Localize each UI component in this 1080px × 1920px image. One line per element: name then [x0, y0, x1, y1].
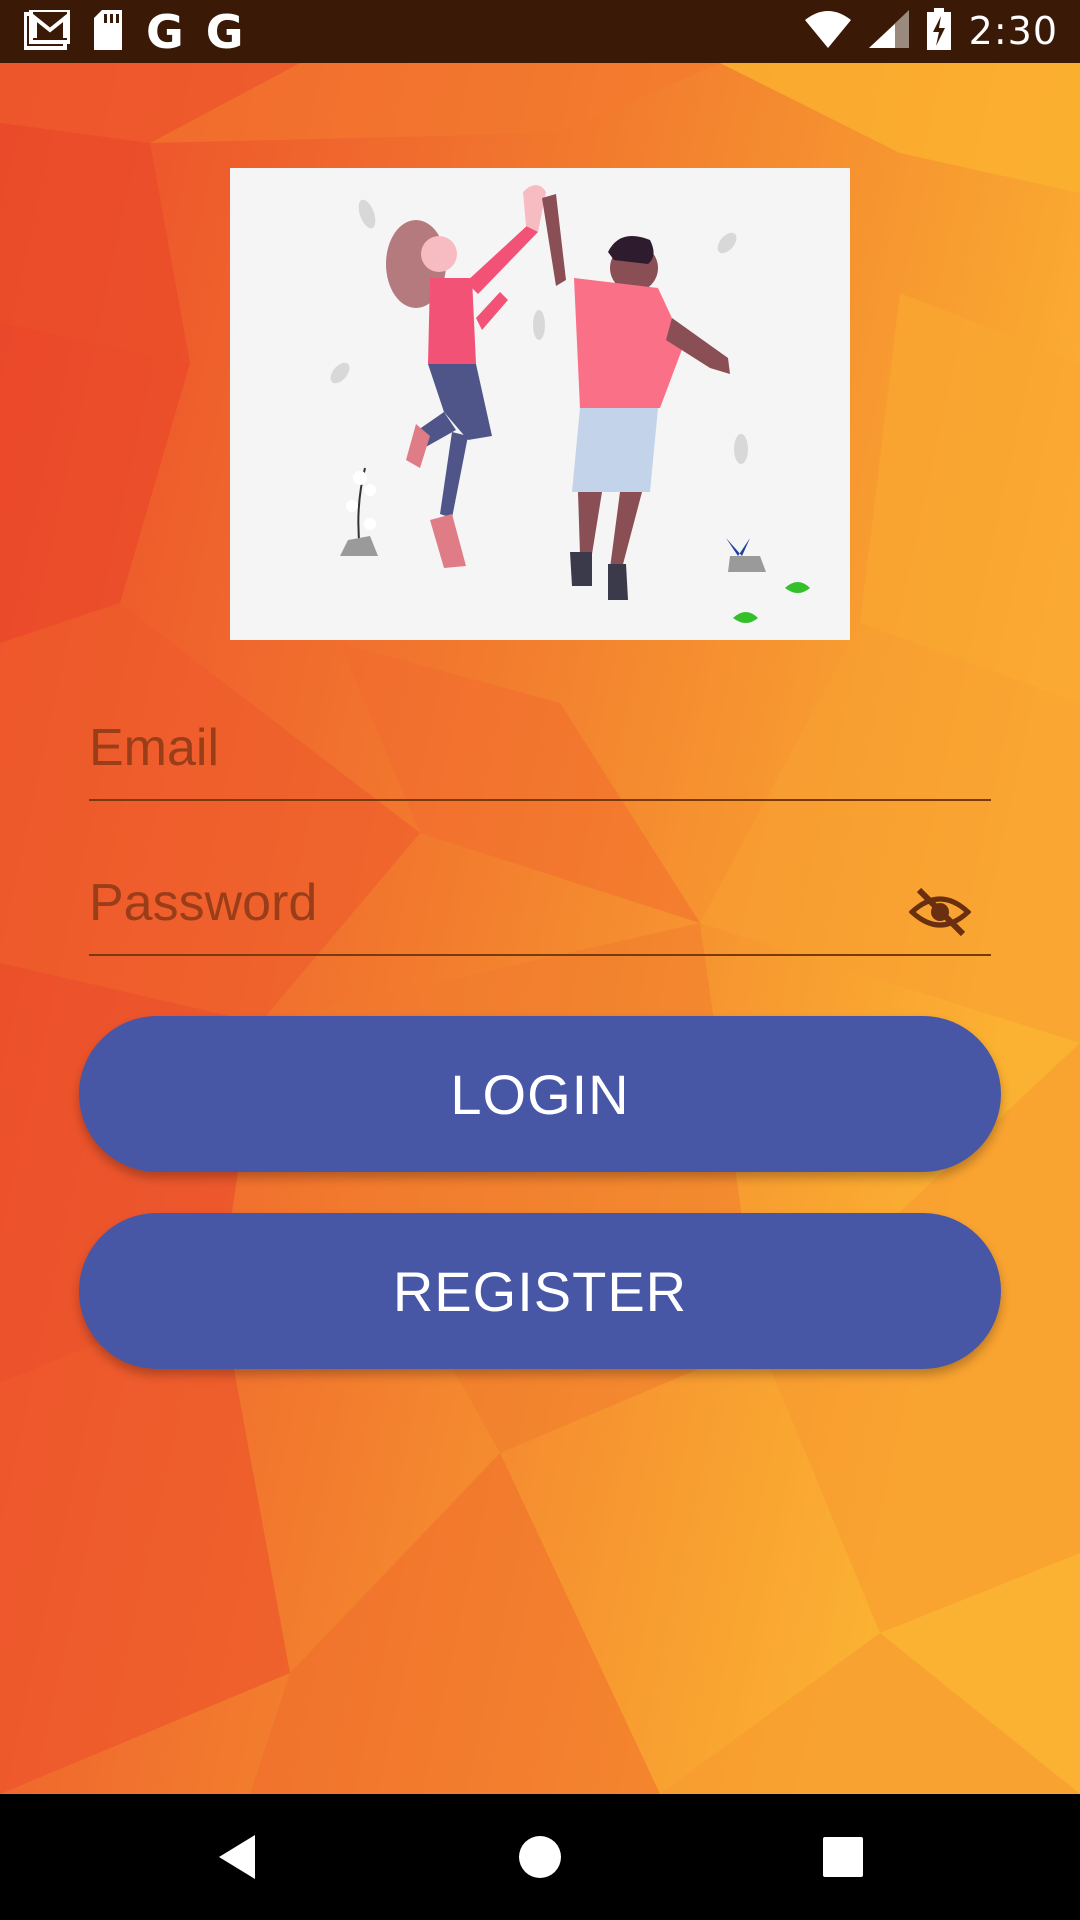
signal-icon: [868, 10, 909, 52]
battery-charging-icon: [926, 8, 951, 54]
password-underline: [89, 954, 991, 956]
email-underline: [89, 799, 991, 801]
wifi-icon: [804, 10, 851, 52]
google-icon: G: [205, 5, 244, 59]
navigation-bar: [0, 1794, 1080, 1920]
back-icon[interactable]: [167, 1794, 307, 1920]
password-field[interactable]: [89, 860, 991, 956]
status-bar: G G 2:30: [0, 0, 1080, 63]
home-icon[interactable]: [470, 1794, 610, 1920]
google-icon: G: [146, 5, 184, 59]
status-time: 2:30: [968, 9, 1058, 53]
recents-icon[interactable]: [773, 1794, 913, 1920]
eye-off-icon[interactable]: [908, 886, 972, 938]
email-field[interactable]: [89, 705, 991, 801]
sd-card-icon: [92, 10, 124, 54]
gmail-icon: [23, 8, 71, 54]
high-five-illustration: [230, 168, 850, 640]
register-button[interactable]: REGISTER: [79, 1213, 1001, 1369]
password-field-container: [89, 860, 991, 956]
login-button[interactable]: LOGIN: [79, 1016, 1001, 1172]
email-field-container: [89, 705, 991, 801]
